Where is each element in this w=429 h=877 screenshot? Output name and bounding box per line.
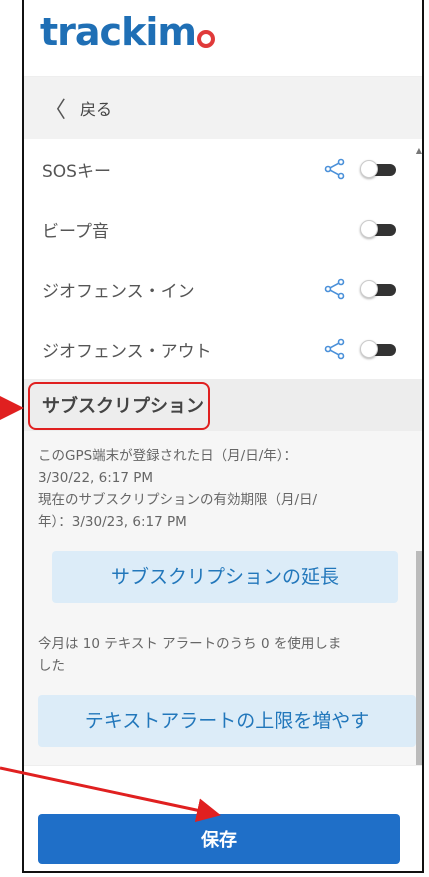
share-icon[interactable] (324, 338, 346, 360)
back-label: 戻る (80, 100, 113, 119)
scrollbar-thumb[interactable] (416, 551, 422, 781)
highlight-box (28, 382, 210, 430)
subscription-info: このGPS端末が登録された日（月/日/年）： 3/30/22, 6:17 PM … (24, 431, 422, 769)
setting-label: ジオフェンス・アウト (42, 341, 212, 362)
extend-subscription-button[interactable]: サブスクリプションの延長 (52, 551, 398, 603)
setting-row-beep: ビープ音 (24, 199, 422, 259)
geofence-in-toggle[interactable] (360, 280, 396, 298)
usage-text: 今月は 10 テキスト アラートのうち 0 を使用しま (38, 636, 342, 652)
chevron-left-icon: 〈 (44, 98, 67, 123)
beep-toggle[interactable] (360, 220, 396, 238)
setting-label: ビープ音 (42, 221, 109, 242)
expiry-label: 現在のサブスクリプションの有効期限（月/日/ (38, 492, 318, 508)
scroll-up-icon[interactable]: ▲ (416, 146, 422, 155)
scrollbar[interactable]: ▲ (416, 146, 422, 781)
sos-toggle[interactable] (360, 160, 396, 178)
setting-label: SOSキー (42, 161, 111, 182)
logo: trackim (40, 10, 215, 54)
expiry-date: 年）：3/30/23, 6:17 PM (38, 514, 187, 530)
increase-alert-limit-button[interactable]: テキストアラートの上限を増やす (38, 695, 416, 747)
back-button[interactable]: 〈 戻る (24, 77, 422, 139)
app-screen: trackim 〈 戻る SOSキー ビープ音 ジオフェンス・イン ジオフェンス… (22, 0, 424, 873)
footer: 保存 (24, 765, 422, 871)
save-button[interactable]: 保存 (38, 814, 400, 864)
setting-row-sos: SOSキー (24, 139, 422, 199)
setting-label: ジオフェンス・イン (42, 281, 195, 302)
share-icon[interactable] (324, 278, 346, 300)
setting-row-geofence-out: ジオフェンス・アウト (24, 319, 422, 379)
app-header: trackim (24, 0, 422, 77)
share-icon[interactable] (324, 158, 346, 180)
usage-text-cont: した (38, 658, 65, 674)
subscription-header: サブスクリプション (24, 379, 422, 431)
registered-label: このGPS端末が登録された日（月/日/年）： (38, 448, 298, 464)
setting-row-geofence-in: ジオフェンス・イン (24, 259, 422, 319)
geofence-out-toggle[interactable] (360, 340, 396, 358)
location-pin-icon (196, 30, 215, 48)
registered-date: 3/30/22, 6:17 PM (38, 470, 154, 486)
